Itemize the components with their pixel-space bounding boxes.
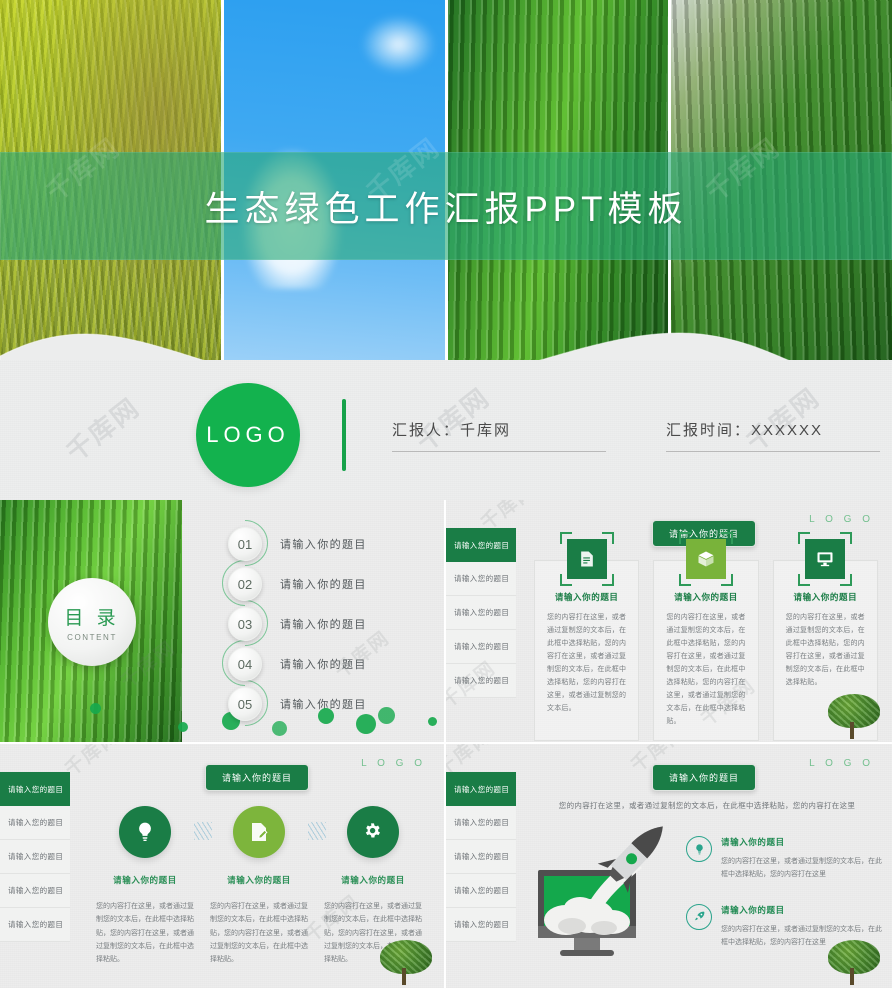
cards-slide[interactable]: 请输入您的题目 请输入您的题目 请输入您的题目 请输入您的题目 请输入您的题目 … <box>446 500 892 744</box>
list-item[interactable]: 02 请输入你的题目 <box>222 560 367 606</box>
meta-divider <box>342 399 346 471</box>
slide-logo: L O G O <box>809 758 874 769</box>
slide-body: L O G O 请输入你的题目 请输入你的题目 您的内容打在这里，或者通过复制您… <box>70 744 444 988</box>
box-icon <box>685 539 726 579</box>
toc-number: 02 <box>228 567 262 601</box>
date-underline <box>666 450 880 452</box>
document-icon <box>566 539 607 579</box>
slide-side-nav: 请输入您的题目 请输入您的题目 请输入您的题目 请输入您的题目 请输入您的题目 <box>446 772 516 942</box>
toc-heading-circle: 目 录 CONTENT <box>48 578 136 666</box>
rocket-launching-from-monitor-illustration <box>522 816 682 966</box>
sidebar-item-3[interactable]: 请输入您的题目 <box>0 840 70 874</box>
card-text: 您的内容打在这里，或者通过复制您的文本后，在此框中选择粘贴，您的内容打在这里，或… <box>666 614 746 725</box>
sidebar-item-2[interactable]: 请输入您的题目 <box>0 806 70 840</box>
toc-label: 请输入你的题目 <box>280 659 367 671</box>
slide-body: L O G O 请输入你的题目 请输入你的题目 您的内容打在这里，或者通过复制您… <box>516 500 892 742</box>
sidebar-item-1[interactable]: 请输入您的题目 <box>0 772 70 806</box>
card-text: 您的内容打在这里，或者通过复制您的文本后，在此框中选择粘贴，您的内容打在这里，或… <box>547 614 627 712</box>
sidebar-item-4[interactable]: 请输入您的题目 <box>446 874 516 908</box>
toc-slide[interactable]: 目 录 CONTENT 01 请输入你的题目 02 请输入你的题目 03 请输入… <box>0 500 446 744</box>
sidebar-item-3[interactable]: 请输入您的题目 <box>446 596 516 630</box>
card-text: 您的内容打在这里，或者通过复制您的文本后，在此框中选择粘贴，您的内容打在这里，或… <box>785 614 865 686</box>
green-dots-decoration <box>90 698 444 740</box>
sidebar-item-2[interactable]: 请输入您的题目 <box>446 562 516 596</box>
lead-text: 您的内容打在这里，或者通过复制您的文本后，在此框中选择粘贴，您的内容打在这里 <box>558 801 856 810</box>
content-card[interactable]: 请输入你的题目 您的内容打在这里，或者通过复制您的文本后，在此框中选择粘贴，您的… <box>534 532 640 742</box>
slide-side-nav: 请输入您的题目 请输入您的题目 请输入您的题目 请输入您的题目 请输入您的题目 <box>0 772 70 942</box>
sidebar-item-2[interactable]: 请输入您的题目 <box>446 806 516 840</box>
toc-label: 请输入你的题目 <box>280 579 367 591</box>
bullet-item[interactable]: 请输入你的题目 您的内容打在这里，或者通过复制您的文本后，在此框中选择粘贴，您的… <box>686 836 882 882</box>
slide-logo: L O G O <box>809 514 874 525</box>
sidebar-item-4[interactable]: 请输入您的题目 <box>446 630 516 664</box>
sidebar-item-1[interactable]: 请输入您的题目 <box>446 772 516 806</box>
lightbulb-icon <box>119 806 171 858</box>
card-title: 请输入你的题目 <box>793 592 858 602</box>
tree-decoration <box>822 694 886 742</box>
sidebar-item-4[interactable]: 请输入您的题目 <box>0 874 70 908</box>
circle-column[interactable]: 请输入你的题目 您的内容打在这里，或者通过复制您的文本后，在此框中选择粘贴，您的… <box>88 806 212 966</box>
slide-title-badge: 请输入你的题目 <box>651 764 757 791</box>
logo-badge[interactable]: LOGO <box>196 383 300 487</box>
lightbulb-icon <box>686 836 712 862</box>
cover-title-band: 生态绿色工作汇报PPT模板 <box>0 152 892 260</box>
slide-title-badge: 请输入你的题目 <box>204 764 310 791</box>
bullet-text: 您的内容打在这里，或者通过复制您的文本后，在此框中选择粘贴，您的内容打在这里 <box>721 858 882 879</box>
toc-heading-cn: 目 录 <box>64 607 120 629</box>
date-label: 汇报时间：XXXXXX <box>666 421 824 439</box>
toc-heading-en: CONTENT <box>67 632 117 642</box>
content-card[interactable]: 请输入你的题目 您的内容打在这里，或者通过复制您的文本后，在此框中选择粘贴，您的… <box>653 532 759 742</box>
slide-side-nav: 请输入您的题目 请输入您的题目 请输入您的题目 请输入您的题目 请输入您的题目 <box>446 528 516 698</box>
edit-document-icon <box>233 806 285 858</box>
column-text: 您的内容打在这里，或者通过复制您的文本后，在此框中选择粘贴，您的内容打在这里，或… <box>210 903 308 964</box>
sidebar-item-1[interactable]: 请输入您的题目 <box>446 528 516 562</box>
presenter-label: 汇报人：千库网 <box>392 421 512 439</box>
list-item[interactable]: 04 请输入你的题目 <box>222 640 367 686</box>
toc-number: 04 <box>228 647 262 681</box>
list-item[interactable]: 03 请输入你的题目 <box>228 600 367 646</box>
sidebar-item-5[interactable]: 请输入您的题目 <box>446 664 516 698</box>
slide-logo: L O G O <box>361 758 426 769</box>
cover-meta-row: LOGO 汇报人：千库网 汇报时间：XXXXXX <box>0 383 892 487</box>
toc-label: 请输入你的题目 <box>280 619 367 631</box>
presenter-field: 汇报人：千库网 <box>392 419 606 452</box>
column-text: 您的内容打在这里，或者通过复制您的文本后，在此框中选择粘贴，您的内容打在这里，或… <box>96 903 194 964</box>
slide-body: L O G O 请输入你的题目 您的内容打在这里，或者通过复制您的文本后，在此框… <box>516 744 892 988</box>
page-title: 生态绿色工作汇报PPT模板 <box>204 189 688 229</box>
circle-column[interactable]: 请输入你的题目 您的内容打在这里，或者通过复制您的文本后，在此框中选择粘贴，您的… <box>202 806 326 966</box>
toc-label: 请输入你的题目 <box>280 539 367 551</box>
column-title: 请输入你的题目 <box>113 875 177 885</box>
rocket-icon <box>686 903 712 930</box>
slide-thumbnail-grid: 目 录 CONTENT 01 请输入你的题目 02 请输入你的题目 03 请输入… <box>0 500 892 988</box>
circles-slide[interactable]: 请输入您的题目 请输入您的题目 请输入您的题目 请输入您的题目 请输入您的题目 … <box>0 744 446 988</box>
list-item[interactable]: 01 请输入你的题目 <box>228 520 367 566</box>
card-title: 请输入你的题目 <box>674 592 738 602</box>
presenter-underline <box>392 450 606 452</box>
card-title: 请输入你的题目 <box>554 592 619 602</box>
date-field: 汇报时间：XXXXXX <box>666 419 880 452</box>
bullet-title: 请输入你的题目 <box>721 837 785 847</box>
toc-number: 01 <box>228 527 262 561</box>
rocket-slide[interactable]: 请输入您的题目 请输入您的题目 请输入您的题目 请输入您的题目 请输入您的题目 … <box>446 744 892 988</box>
monitor-icon <box>805 539 846 579</box>
gear-icon <box>347 806 399 858</box>
toc-number: 05 <box>228 687 262 721</box>
column-title: 请输入你的题目 <box>227 875 291 885</box>
column-title: 请输入你的题目 <box>341 875 405 885</box>
sidebar-item-5[interactable]: 请输入您的题目 <box>0 908 70 942</box>
toc-list: 01 请输入你的题目 02 请输入你的题目 03 请输入你的题目 04 请输入你… <box>222 520 367 726</box>
cover-slide: 生态绿色工作汇报PPT模板 LOGO 汇报人：千库网 汇报时间：XXXXXX <box>0 0 892 500</box>
tree-decoration <box>822 940 886 988</box>
tree-decoration <box>374 940 438 988</box>
sidebar-item-3[interactable]: 请输入您的题目 <box>446 840 516 874</box>
sidebar-item-5[interactable]: 请输入您的题目 <box>446 908 516 942</box>
toc-number: 03 <box>228 607 262 641</box>
bullet-title: 请输入你的题目 <box>721 904 785 915</box>
meta-block: 汇报人：千库网 汇报时间：XXXXXX <box>392 419 880 452</box>
